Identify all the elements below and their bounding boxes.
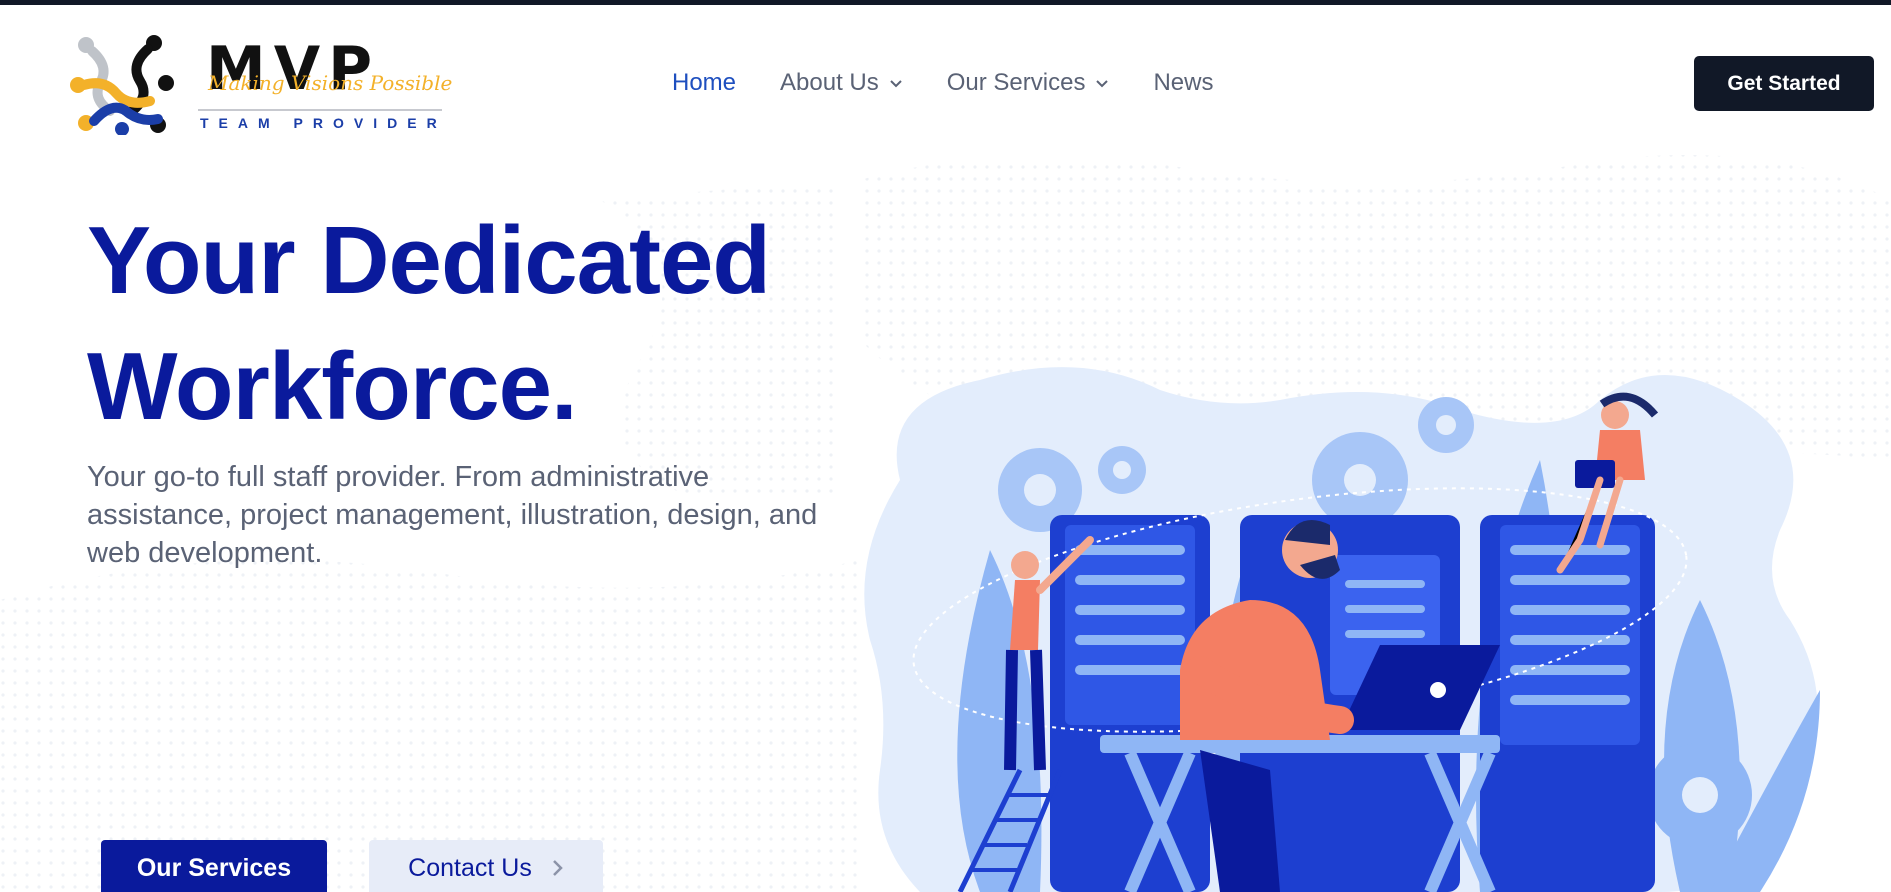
hero-title-line-2: Workforce. [87,333,578,440]
contact-us-label: Contact Us [408,853,532,882]
hero-title-line-1: Your Dedicated [87,207,771,314]
site-header: MVP Making Visions Possible TEAM PROVIDE… [0,5,1891,145]
get-started-button[interactable]: Get Started [1694,56,1874,111]
team-at-servers-illustration [864,367,1820,892]
nav-item-label: Our Services [946,69,1086,96]
hero-subtitle: Your go-to full staff provider. From adm… [87,461,818,569]
nav-item-label: About Us [780,69,879,96]
our-services-button[interactable]: Our Services [101,840,327,892]
chevron-down-icon [890,80,902,88]
contact-us-button[interactable]: Contact Us [369,840,603,892]
logo-script-text: Making Visions Possible [208,71,453,95]
nav-item-about-us[interactable]: About Us [780,69,903,97]
nav-item-home[interactable]: Home [672,69,736,97]
logo-divider [198,109,442,111]
chevron-right-icon [552,860,563,876]
logo-mark-icon [70,35,174,135]
nav-item-news[interactable]: News [1153,69,1213,97]
chevron-down-icon [1096,80,1109,88]
nav-item-label: News [1153,69,1214,96]
hero-title: Your Dedicated Workforce. [87,198,887,450]
nav-item-label: Home [672,69,737,96]
site-logo[interactable]: MVP Making Visions Possible TEAM PROVIDE… [70,31,452,139]
nav-item-our-services[interactable]: Our Services [947,69,1110,97]
logo-tagline: TEAM PROVIDER [200,115,447,131]
main-nav: Home About Us Our Services News [672,63,1257,103]
